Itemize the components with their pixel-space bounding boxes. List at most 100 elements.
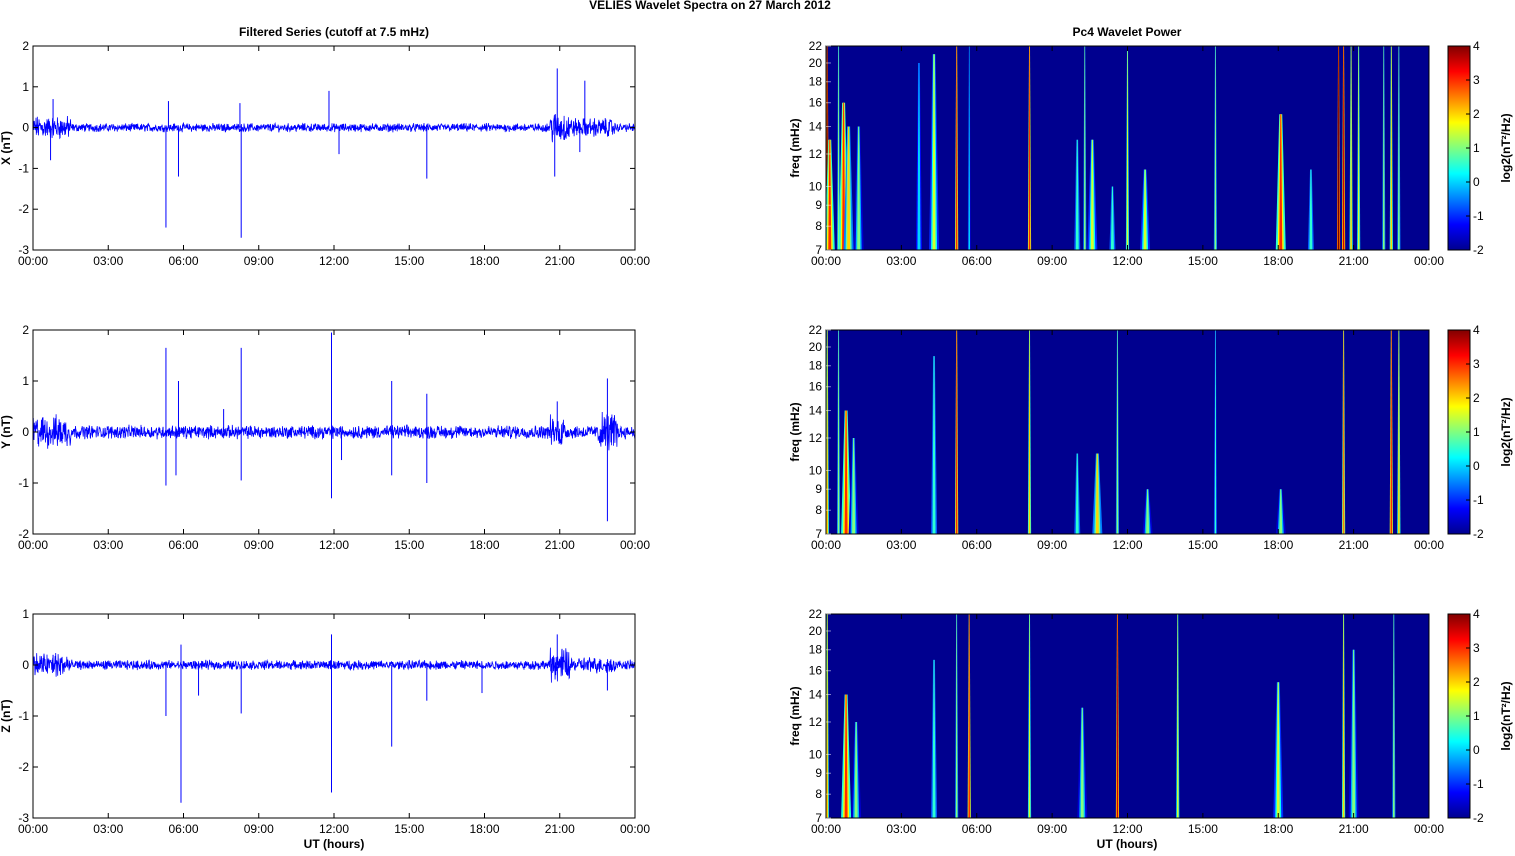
x-tick-label: 03:00	[93, 822, 123, 836]
y-tick-label: 1	[22, 374, 29, 388]
x-tick-label: 06:00	[168, 538, 198, 552]
y-tick-label: 18	[809, 643, 823, 657]
y-tick-label: 0	[22, 425, 29, 439]
colorbar-tick-label: 2	[1473, 107, 1480, 121]
y-tick-label: 16	[809, 96, 823, 110]
plot-area	[826, 614, 1429, 818]
x-tick-label: 21:00	[1339, 822, 1369, 836]
x-tick-label: 12:00	[319, 538, 349, 552]
y-tick-label: 2	[22, 323, 29, 337]
y-tick-label: 22	[809, 39, 823, 53]
y-tick-label: 10	[809, 747, 823, 761]
x-tick-label: 18:00	[469, 254, 499, 268]
x-tick-label: 18:00	[1263, 538, 1293, 552]
right-title: Pc4 Wavelet Power	[1073, 25, 1182, 39]
x-tick-label: 09:00	[1037, 822, 1067, 836]
colorbar-tick-label: 1	[1473, 425, 1480, 439]
x-tick-label: 12:00	[1112, 538, 1142, 552]
x-tick-label: 18:00	[469, 538, 499, 552]
y-tick-label: 12	[809, 431, 823, 445]
y-label: freq (mHz)	[788, 402, 802, 461]
y-label: X (nT)	[0, 131, 13, 165]
y-tick-label: 12	[809, 715, 823, 729]
y-label: freq (mHz)	[788, 686, 802, 745]
figure: VELIES Wavelet Spectra on 27 March 2012 …	[0, 0, 1513, 851]
y-label: Y (nT)	[0, 415, 13, 449]
left-title: Filtered Series (cutoff at 7.5 mHz)	[239, 25, 429, 39]
y-tick-label: 12	[809, 147, 823, 161]
y-tick-label: 0	[22, 658, 29, 672]
y-tick-label: 2	[22, 39, 29, 53]
x-tick-label: 00:00	[811, 538, 841, 552]
x-tick-label: 12:00	[319, 822, 349, 836]
colorbar-tick-label: 3	[1473, 357, 1480, 371]
y-tick-label: 16	[809, 380, 823, 394]
x-tick-label: 15:00	[1188, 822, 1218, 836]
x-tick-label: 12:00	[319, 254, 349, 268]
y-tick-label: 22	[809, 323, 823, 337]
colorbar-label: log2(nT²/Hz)	[1499, 681, 1513, 750]
x-tick-label: 03:00	[886, 538, 916, 552]
x-tick-label: 00:00	[18, 538, 48, 552]
plot-area	[33, 46, 635, 250]
x-tick-label: 09:00	[244, 822, 274, 836]
x-tick-label: 18:00	[1263, 254, 1293, 268]
x-tick-label: 21:00	[545, 538, 575, 552]
left-xlabel: UT (hours)	[304, 837, 365, 851]
x-tick-label: 00:00	[18, 254, 48, 268]
x-tick-label: 15:00	[1188, 254, 1218, 268]
y-tick-label: 0	[22, 121, 29, 135]
x-tick-label: 15:00	[394, 822, 424, 836]
y-tick-label: 20	[809, 624, 823, 638]
x-tick-label: 18:00	[469, 822, 499, 836]
y-tick-label: 10	[809, 179, 823, 193]
x-tick-label: 12:00	[1112, 822, 1142, 836]
x-tick-label: 15:00	[394, 254, 424, 268]
x-tick-label: 00:00	[1414, 538, 1444, 552]
x-tick-label: 00:00	[18, 822, 48, 836]
colorbar-tick-label: 0	[1473, 459, 1480, 473]
x-tick-label: 00:00	[620, 254, 650, 268]
colorbar: 4 3 2 1 0 -1 -2 log2(nT²/Hz)	[1447, 39, 1513, 257]
plot-area	[33, 614, 635, 818]
x-tick-label: 06:00	[168, 822, 198, 836]
y-tick-label: 8	[815, 503, 822, 517]
y-tick-label: 14	[809, 404, 823, 418]
x-tick-label: 00:00	[1414, 254, 1444, 268]
x-tick-label: 15:00	[394, 538, 424, 552]
y-tick-label: 1	[22, 80, 29, 94]
x-tick-label: 06:00	[962, 254, 992, 268]
colorbar-tick-label: -2	[1473, 243, 1484, 257]
x-tick-label: 21:00	[545, 822, 575, 836]
x-tick-label: 21:00	[545, 254, 575, 268]
y-tick-label: 18	[809, 359, 823, 373]
wavelet-power-y: 22201816141210987freq (mHz)00:00 03:00 06:…	[788, 323, 1513, 552]
x-tick-label: 09:00	[244, 538, 274, 552]
colorbar-label: log2(nT²/Hz)	[1499, 397, 1513, 466]
colorbar-tick-label: 2	[1473, 391, 1480, 405]
x-tick-label: 21:00	[1339, 254, 1369, 268]
x-tick-label: 06:00	[962, 538, 992, 552]
x-tick-label: 00:00	[1414, 822, 1444, 836]
colorbar-tick-label: -1	[1473, 777, 1484, 791]
x-tick-label: 03:00	[886, 822, 916, 836]
filtered-series-y: 210-1-2Y (nT)00:00 03:00 06:00 09:00 12:00 15…	[0, 323, 650, 552]
right-xlabel: UT (hours)	[1097, 837, 1158, 851]
y-tick-label: 9	[815, 198, 822, 212]
y-tick-label: 16	[809, 664, 823, 678]
colorbar-tick-label: 4	[1473, 39, 1480, 53]
y-tick-label: 9	[815, 766, 822, 780]
y-tick-label: -2	[18, 202, 29, 216]
colorbar-label: log2(nT²/Hz)	[1499, 113, 1513, 182]
wavelet-power-x: 22201816141210987freq (mHz)00:00 03:00 06:…	[788, 39, 1513, 268]
y-tick-label: 20	[809, 340, 823, 354]
x-tick-label: 09:00	[1037, 254, 1067, 268]
x-tick-label: 03:00	[886, 254, 916, 268]
x-tick-label: 18:00	[1263, 822, 1293, 836]
y-tick-label: 18	[809, 75, 823, 89]
y-tick-label: 10	[809, 463, 823, 477]
colorbar-tick-label: 2	[1473, 675, 1480, 689]
y-tick-label: -1	[18, 709, 29, 723]
colorbar-tick-label: 0	[1473, 175, 1480, 189]
colorbar: 4 3 2 1 0 -1 -2 log2(nT²/Hz)	[1447, 607, 1513, 825]
